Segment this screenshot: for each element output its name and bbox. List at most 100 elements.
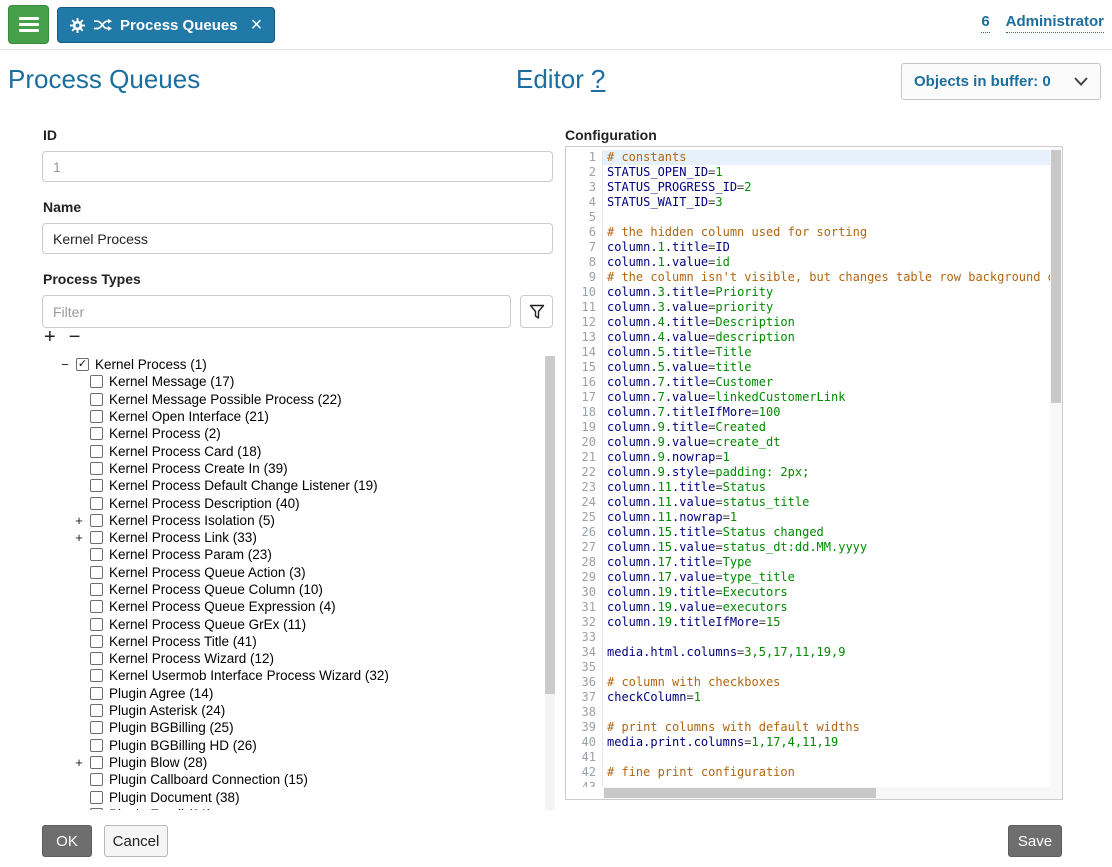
code-text[interactable]: column.9.value=create_dt bbox=[603, 435, 1050, 450]
tree-item[interactable]: −✓Kernel Process (1) bbox=[42, 356, 542, 373]
code-text[interactable]: # fine print configuration bbox=[603, 765, 1050, 780]
code-text[interactable]: column.17.value=type_title bbox=[603, 570, 1050, 585]
code-text[interactable]: column.3.title=Priority bbox=[603, 285, 1050, 300]
checkbox[interactable] bbox=[90, 791, 103, 804]
cancel-button[interactable]: Cancel bbox=[104, 825, 168, 857]
scrollbar-thumb[interactable] bbox=[604, 788, 876, 798]
tree-item[interactable]: Plugin Agree (14) bbox=[42, 685, 542, 702]
code-line[interactable]: 10column.3.title=Priority bbox=[566, 285, 1050, 300]
code-line[interactable]: 12column.4.title=Description bbox=[566, 315, 1050, 330]
tree-scrollbar[interactable] bbox=[545, 356, 555, 810]
tree-item[interactable]: Kernel Process Wizard (12) bbox=[42, 650, 542, 667]
tree-item[interactable]: Kernel Usermob Interface Process Wizard … bbox=[42, 667, 542, 684]
tree-item-label[interactable]: Plugin Agree (14) bbox=[109, 686, 213, 701]
save-button[interactable]: Save bbox=[1008, 825, 1062, 857]
code-line[interactable]: 29column.17.value=type_title bbox=[566, 570, 1050, 585]
checkbox[interactable] bbox=[90, 393, 103, 406]
tree-item-label[interactable]: Kernel Open Interface (21) bbox=[109, 409, 269, 424]
tree-item[interactable]: Plugin BGBilling (25) bbox=[42, 719, 542, 736]
code-line[interactable]: 26column.15.title=Status changed bbox=[566, 525, 1050, 540]
code-line[interactable]: 37checkColumn=1 bbox=[566, 690, 1050, 705]
checkbox[interactable] bbox=[90, 375, 103, 388]
code-line[interactable]: 7column.1.title=ID bbox=[566, 240, 1050, 255]
checkbox[interactable] bbox=[90, 721, 103, 734]
tree-item-label[interactable]: Kernel Process (2) bbox=[109, 426, 221, 441]
checkbox[interactable] bbox=[90, 583, 103, 596]
code-text[interactable]: column.19.value=executors bbox=[603, 600, 1050, 615]
code-text[interactable] bbox=[603, 210, 1050, 225]
code-text[interactable]: # column with checkboxes bbox=[603, 675, 1050, 690]
objects-in-buffer-dropdown[interactable]: Objects in buffer: 0 bbox=[901, 63, 1101, 100]
id-field[interactable] bbox=[42, 151, 553, 182]
tree-item-label[interactable]: Plugin Document (38) bbox=[109, 790, 240, 805]
code-line[interactable]: 4STATUS_WAIT_ID=3 bbox=[566, 195, 1050, 210]
code-text[interactable]: column.11.title=Status bbox=[603, 480, 1050, 495]
code-line[interactable]: 18column.7.titleIfMore=100 bbox=[566, 405, 1050, 420]
tree-item-label[interactable]: Kernel Process Create In (39) bbox=[109, 461, 288, 476]
code-line[interactable]: 20column.9.value=create_dt bbox=[566, 435, 1050, 450]
tree-item[interactable]: Plugin Callboard Connection (15) bbox=[42, 771, 542, 788]
code-text[interactable]: column.5.title=Title bbox=[603, 345, 1050, 360]
checkbox[interactable] bbox=[90, 445, 103, 458]
tree-item[interactable]: + Plugin Blow (28) bbox=[42, 754, 542, 771]
filter-button[interactable] bbox=[520, 295, 553, 328]
tree-item-label[interactable]: Kernel Process Default Change Listener (… bbox=[109, 478, 378, 493]
checkbox[interactable] bbox=[90, 497, 103, 510]
tree-item[interactable]: Kernel Process Queue Expression (4) bbox=[42, 598, 542, 615]
tree-item-label[interactable]: Kernel Process Wizard (12) bbox=[109, 651, 274, 666]
tree-item-label[interactable]: Kernel Process (1) bbox=[95, 357, 207, 372]
code-text[interactable]: column.19.titleIfMore=15 bbox=[603, 615, 1050, 630]
code-text[interactable]: column.9.style=padding: 2px; bbox=[603, 465, 1050, 480]
checkbox[interactable] bbox=[90, 669, 103, 682]
tree-item-label[interactable]: Plugin BGBilling (25) bbox=[109, 720, 234, 735]
editor-vertical-scrollbar[interactable] bbox=[1050, 147, 1062, 787]
tree-item-label[interactable]: Kernel Process Param (23) bbox=[109, 547, 272, 562]
code-text[interactable]: column.4.title=Description bbox=[603, 315, 1050, 330]
code-line[interactable]: 36# column with checkboxes bbox=[566, 675, 1050, 690]
code-text[interactable]: column.7.title=Customer bbox=[603, 375, 1050, 390]
tree-item[interactable]: Kernel Process Queue GrEx (11) bbox=[42, 615, 542, 632]
code-text[interactable]: column.15.title=Status changed bbox=[603, 525, 1050, 540]
tree-item-label[interactable]: Kernel Message Possible Process (22) bbox=[109, 392, 342, 407]
tree-toggle-icon[interactable]: + bbox=[72, 755, 86, 770]
code-text[interactable] bbox=[603, 705, 1050, 720]
user-name-link[interactable]: Administrator bbox=[1006, 13, 1104, 33]
tree-item[interactable]: +Kernel Process Isolation (5) bbox=[42, 512, 542, 529]
code-text[interactable] bbox=[603, 630, 1050, 645]
code-text[interactable] bbox=[603, 750, 1050, 765]
checkbox[interactable] bbox=[90, 739, 103, 752]
tree-item[interactable]: Kernel Process Default Change Listener (… bbox=[42, 477, 542, 494]
tree-item[interactable]: Plugin Asterisk (24) bbox=[42, 702, 542, 719]
code-text[interactable]: STATUS_WAIT_ID=3 bbox=[603, 195, 1050, 210]
code-text[interactable]: STATUS_PROGRESS_ID=2 bbox=[603, 180, 1050, 195]
checkbox[interactable]: ✓ bbox=[76, 358, 89, 371]
tree-item[interactable]: Kernel Process Queue Action (3) bbox=[42, 564, 542, 581]
code-line[interactable]: 38 bbox=[566, 705, 1050, 720]
code-text[interactable]: column.1.title=ID bbox=[603, 240, 1050, 255]
code-line[interactable]: 23column.11.title=Status bbox=[566, 480, 1050, 495]
checkbox[interactable] bbox=[90, 652, 103, 665]
code-text[interactable]: column.4.value=description bbox=[603, 330, 1050, 345]
code-text[interactable]: column.17.title=Type bbox=[603, 555, 1050, 570]
checkbox[interactable] bbox=[90, 756, 103, 769]
configuration-editor[interactable]: 1# constants2STATUS_OPEN_ID=13STATUS_PRO… bbox=[565, 146, 1063, 800]
checkbox[interactable] bbox=[90, 635, 103, 648]
code-line[interactable]: 3STATUS_PROGRESS_ID=2 bbox=[566, 180, 1050, 195]
tree-item-label[interactable]: Kernel Process Card (18) bbox=[109, 444, 261, 459]
code-line[interactable]: 27column.15.value=status_dt:dd.MM.yyyy bbox=[566, 540, 1050, 555]
tree-item-label[interactable]: Plugin Callboard Connection (15) bbox=[109, 772, 308, 787]
code-text[interactable]: # the column isn't visible, but changes … bbox=[603, 270, 1050, 285]
code-line[interactable]: 32column.19.titleIfMore=15 bbox=[566, 615, 1050, 630]
code-line[interactable]: 11column.3.value=priority bbox=[566, 300, 1050, 315]
tree-item-label[interactable]: Kernel Process Link (33) bbox=[109, 530, 257, 545]
tree-item-label[interactable]: Plugin Blow (28) bbox=[109, 755, 207, 770]
code-line[interactable]: 21column.9.nowrap=1 bbox=[566, 450, 1050, 465]
code-text[interactable]: column.3.value=priority bbox=[603, 300, 1050, 315]
checkbox[interactable] bbox=[90, 479, 103, 492]
tree-item-label[interactable]: Kernel Usermob Interface Process Wizard … bbox=[109, 668, 389, 683]
code-line[interactable]: 41 bbox=[566, 750, 1050, 765]
tree-item-label[interactable]: Kernel Process Queue Action (3) bbox=[109, 565, 306, 580]
code-text[interactable]: # the hidden column used for sorting bbox=[603, 225, 1050, 240]
tree-item[interactable]: Plugin Document (38) bbox=[42, 788, 542, 805]
code-line[interactable]: 5 bbox=[566, 210, 1050, 225]
